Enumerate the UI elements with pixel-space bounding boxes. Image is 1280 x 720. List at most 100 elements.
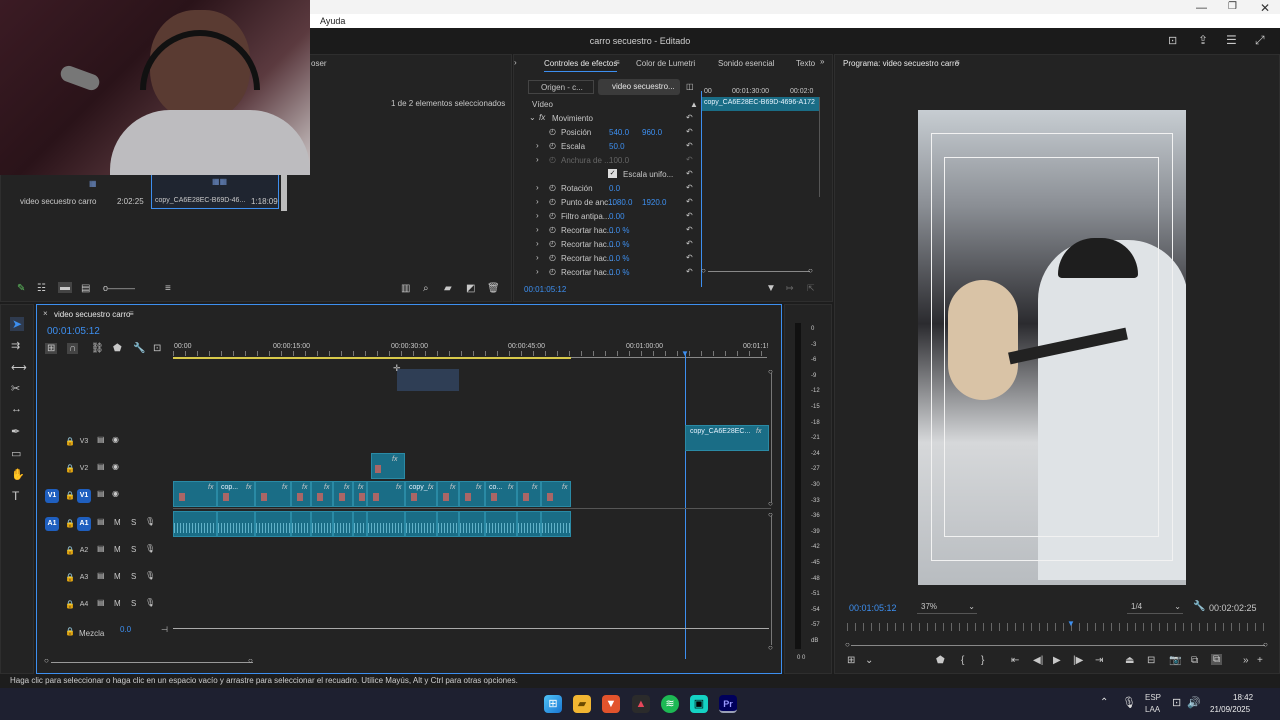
- expand-icon[interactable]: ›: [536, 239, 539, 248]
- tab-menu-icon[interactable]: ≡: [615, 58, 620, 67]
- sequence-tab[interactable]: video secuestro...: [598, 79, 680, 95]
- v1-clip[interactable]: fx: [255, 481, 291, 507]
- toggle-output-icon[interactable]: ▤: [97, 435, 105, 444]
- playhead-handle[interactable]: ▼: [681, 349, 689, 358]
- a1-clip[interactable]: [311, 511, 333, 537]
- stopwatch-icon[interactable]: ◴: [549, 267, 556, 276]
- a1-clip[interactable]: [291, 511, 311, 537]
- mix-knob-icon[interactable]: ⊣: [161, 625, 168, 634]
- quality-select[interactable]: 1/4 ⌄: [1127, 602, 1183, 614]
- effect-param-value[interactable]: 0.00: [609, 212, 625, 221]
- toggle-sync-icon[interactable]: ▤: [97, 598, 105, 607]
- more-controls-icon[interactable]: »: [1243, 655, 1249, 666]
- mini-playhead[interactable]: ▼: [1067, 619, 1075, 628]
- scroll-up-icon[interactable]: ▲: [690, 100, 698, 109]
- chevron-down-icon[interactable]: ⌄: [865, 655, 873, 666]
- v3-clip[interactable]: copy_CA6E28EC... fx: [685, 425, 769, 451]
- a1-clip[interactable]: [517, 511, 541, 537]
- expand-icon[interactable]: ›: [536, 155, 539, 164]
- minimize-icon[interactable]: —: [1196, 2, 1207, 14]
- new-item-icon[interactable]: ◩: [466, 283, 475, 294]
- work-area-bar[interactable]: [173, 357, 571, 359]
- mute-button[interactable]: M: [114, 545, 121, 554]
- file-explorer-icon[interactable]: ▰: [573, 695, 591, 713]
- nest-icon[interactable]: ⊞: [45, 343, 58, 354]
- effect-param-value[interactable]: 0.0 %: [609, 268, 629, 277]
- close-icon[interactable]: ✕: [1260, 1, 1270, 15]
- expand-icon[interactable]: ›: [536, 267, 539, 276]
- playhead[interactable]: [685, 353, 686, 659]
- capcut-icon[interactable]: ▣: [690, 695, 708, 713]
- list-view-icon[interactable]: ☷: [37, 283, 46, 294]
- lock-icon[interactable]: 🔒: [65, 573, 75, 582]
- safe-margins-icon[interactable]: ⊞: [847, 655, 855, 666]
- go-to-out-icon[interactable]: ⇥: [1095, 655, 1103, 666]
- project-tab-label[interactable]: oser: [311, 59, 327, 68]
- tab-essential-sound[interactable]: Sonido esencial: [718, 59, 774, 68]
- effect-param-value[interactable]: 0.0: [609, 184, 620, 193]
- a1-clip[interactable]: [437, 511, 459, 537]
- new-bin-icon[interactable]: ▰: [444, 283, 452, 294]
- collapse-icon[interactable]: ⌄: [529, 113, 536, 122]
- expand-icon[interactable]: ›: [536, 211, 539, 220]
- pen-icon[interactable]: ✒: [11, 425, 20, 438]
- mute-button[interactable]: M: [114, 572, 121, 581]
- trash-icon[interactable]: 🗑: [487, 283, 500, 294]
- h-scroll-end[interactable]: ○: [248, 656, 253, 665]
- source-patch-v1[interactable]: V1: [45, 489, 59, 503]
- stopwatch-icon[interactable]: ◴: [549, 253, 556, 262]
- tab-text[interactable]: Texto: [796, 59, 815, 68]
- icon-view-icon[interactable]: ▬: [58, 282, 72, 293]
- v1-clip[interactable]: fx: [541, 481, 571, 507]
- track-label[interactable]: A4: [77, 598, 91, 612]
- toggle-output-icon[interactable]: ▤: [97, 489, 105, 498]
- reset-icon[interactable]: ↶: [686, 155, 693, 164]
- reset-icon[interactable]: ↶: [686, 197, 693, 206]
- export-icon[interactable]: ↦: [786, 283, 794, 294]
- v1-clip[interactable]: fx: [353, 481, 367, 507]
- effect-param-value[interactable]: 1080.0: [608, 198, 632, 207]
- a1-clip[interactable]: [217, 511, 255, 537]
- share-icon[interactable]: ⇪: [1198, 33, 1208, 47]
- microphone-icon[interactable]: 🎙: [1122, 696, 1136, 709]
- zoom-slider[interactable]: o———: [103, 283, 135, 293]
- freeform-view-icon[interactable]: ▤: [81, 283, 90, 294]
- windows-start-icon[interactable]: ⊞: [544, 695, 562, 713]
- track-label[interactable]: A2: [77, 544, 91, 558]
- a1-clip[interactable]: [459, 511, 485, 537]
- scrub-track[interactable]: [851, 645, 1265, 646]
- effect-param-value2[interactable]: 960.0: [642, 128, 662, 137]
- timeline-title[interactable]: video secuestro carro: [54, 310, 130, 319]
- volume-icon[interactable]: 🔊: [1187, 696, 1201, 709]
- expand-icon[interactable]: ›: [536, 253, 539, 262]
- expand-icon[interactable]: ›: [536, 197, 539, 206]
- a1-clip[interactable]: [367, 511, 405, 537]
- h-scrollbar[interactable]: [51, 662, 253, 663]
- a1-clip[interactable]: [485, 511, 517, 537]
- brave-browser-icon[interactable]: ▼: [602, 695, 620, 713]
- a1-clip[interactable]: [353, 511, 367, 537]
- reset-icon[interactable]: ↶: [686, 113, 693, 122]
- selection-tool-icon[interactable]: ➤: [10, 317, 25, 331]
- automate-icon[interactable]: ▥: [401, 283, 410, 294]
- toggle-sync-icon[interactable]: ▤: [97, 517, 105, 526]
- lock-icon[interactable]: 🔒: [65, 600, 75, 609]
- extract-icon[interactable]: ⊟: [1147, 655, 1155, 666]
- lock-icon[interactable]: 🔒: [65, 546, 75, 555]
- expand-icon[interactable]: ›: [536, 183, 539, 192]
- source-patch-a1[interactable]: A1: [45, 517, 59, 531]
- tab-effect-controls[interactable]: Controles de efectos: [544, 59, 618, 72]
- a1-clip[interactable]: [333, 511, 353, 537]
- lock-icon[interactable]: 🔒: [65, 627, 75, 636]
- eye-icon[interactable]: ◉: [112, 462, 119, 471]
- sort-icon[interactable]: ≡: [165, 283, 171, 294]
- play-icon[interactable]: ▶: [1053, 655, 1061, 666]
- v1-clip[interactable]: fx: [437, 481, 459, 507]
- slip-icon[interactable]: ↔: [11, 403, 22, 415]
- stopwatch-icon[interactable]: ◴: [549, 239, 556, 248]
- adobe-app-icon[interactable]: ▲: [632, 695, 650, 713]
- lock-icon[interactable]: 🔒: [65, 491, 75, 500]
- microphone-icon[interactable]: 🎙: [145, 571, 155, 580]
- a1-clip[interactable]: [173, 511, 217, 537]
- expand-icon[interactable]: ›: [536, 141, 539, 150]
